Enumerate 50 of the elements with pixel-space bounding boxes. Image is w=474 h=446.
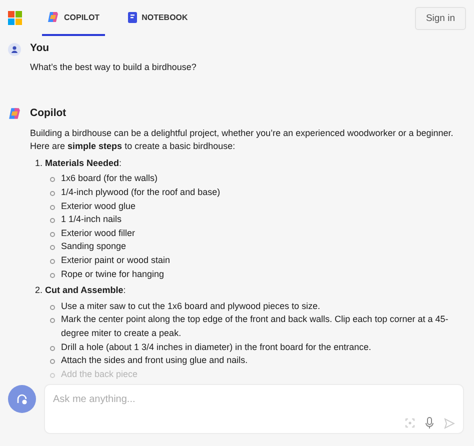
- response-paragraph: Building a birdhouse can be a delightful project, whether you’re an experienced woodworker or a beginner. Here are simple steps to create a basic birdhouse:: [30, 126, 454, 154]
- author-name: Copilot: [30, 106, 66, 120]
- bullet-icon: [50, 177, 55, 182]
- bullet-icon: [50, 359, 55, 364]
- bullet-icon: [50, 218, 55, 224]
- new-chat-button[interactable]: [8, 385, 36, 413]
- copilot-logo-icon: [47, 11, 59, 23]
- sign-in-button[interactable]: Sign in: [414, 6, 466, 30]
- microphone-icon: [425, 417, 434, 429]
- list-item: 1x6 board (for the walls): [61, 172, 158, 186]
- bullet-icon: [50, 245, 55, 250]
- step-heading: 2. Cut and Assemble:: [34, 284, 127, 298]
- chat-plus-icon: [16, 393, 28, 405]
- message-input-field[interactable]: Ask me anything...: [44, 384, 464, 434]
- list-item: 1 1/4-inch nails: [61, 213, 122, 226]
- list-item: Use a miter saw to cut the 1x6 board and plywood pieces to size.: [61, 300, 320, 313]
- author-name: You: [30, 42, 50, 56]
- list-item: Attach the sides and front using glue and nails.: [61, 354, 248, 368]
- copilot-logo-icon: [8, 107, 21, 120]
- list-item: 1/4-inch plywood (for the roof and base): [61, 186, 220, 199]
- list-item: Rope or twine for hanging: [61, 268, 164, 281]
- list-item: Drill a hole (about 1 3/4 inches in diameter) in the front board for the entrance.: [61, 340, 372, 354]
- user-avatar-icon: [8, 42, 21, 56]
- list-item: Exterior wood filler: [61, 226, 136, 240]
- bullet-icon: [50, 272, 55, 278]
- bullet-icon: [50, 232, 55, 237]
- send-icon: [444, 418, 455, 428]
- list-item: Exterior wood glue: [61, 200, 136, 213]
- text-input[interactable]: Ask me anything...: [53, 391, 455, 407]
- bullet-icon: [50, 372, 55, 378]
- bullet-icon: [50, 318, 55, 324]
- screenshot-button[interactable]: [405, 418, 415, 428]
- bullet-icon: [50, 346, 55, 350]
- microsoft-logo-icon: [8, 11, 22, 25]
- bullet-icon: [50, 258, 55, 264]
- list-item: Sanding sponge: [61, 240, 126, 254]
- send-button[interactable]: [444, 418, 455, 428]
- list-item: Exterior paint or wood stain: [61, 254, 170, 267]
- user-message: What’s the best way to build a birdhouse?: [30, 61, 198, 74]
- bullet-icon: [50, 304, 55, 310]
- nav-tab[interactable]: COPILOT: [42, 0, 105, 36]
- step-heading: 1. Materials Needed:: [34, 156, 123, 170]
- screenshot-icon: [405, 418, 415, 428]
- notebook-icon: [128, 12, 137, 22]
- nav-tab[interactable]: NOTEBOOK: [122, 0, 193, 36]
- bullet-icon: [50, 190, 55, 196]
- list-item: Mark the center point along the top edge of the front and back walls. Clip each top corner at a 45-degree miter to create a peak.: [61, 313, 450, 340]
- list-item: Add the back piece: [61, 368, 138, 381]
- bullet-icon: [50, 204, 55, 210]
- microphone-button[interactable]: [425, 417, 434, 429]
